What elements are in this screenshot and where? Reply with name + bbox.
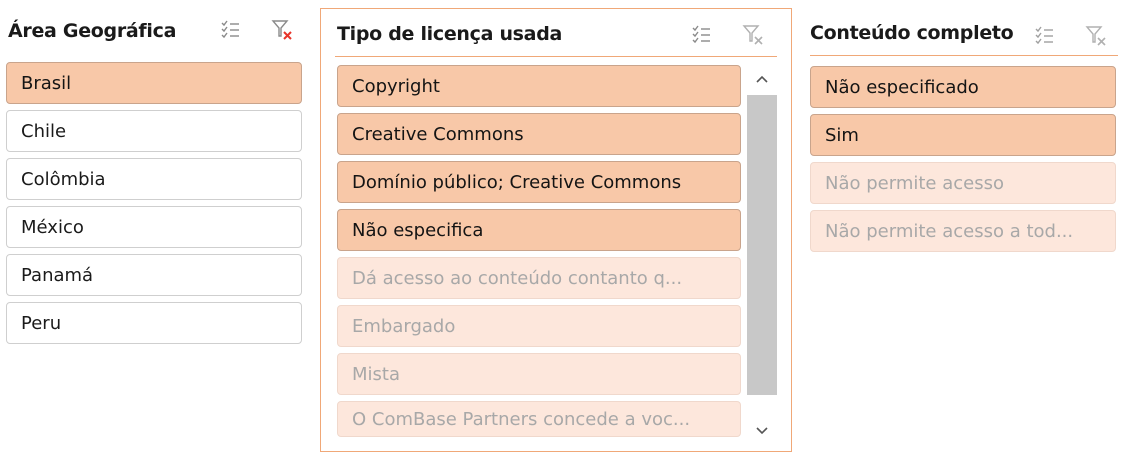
slicer-title: Área Geográfica (8, 20, 177, 42)
scroll-up-icon[interactable] (747, 65, 777, 93)
multi-select-icon[interactable] (1032, 24, 1056, 48)
clear-filter-icon[interactable] (1084, 24, 1108, 48)
clear-filter-icon[interactable] (741, 23, 765, 47)
slicer-item-nao-especificado[interactable]: Não especificado (810, 66, 1116, 108)
slicer-area-geografica: Área Geográfica Brasil Chile Colômbia Mé… (0, 0, 310, 452)
slicer-item-da-acesso[interactable]: Dá acesso ao conteúdo contanto q... (337, 257, 741, 299)
slicer-item-peru[interactable]: Peru (6, 302, 302, 344)
slicer-item-sim[interactable]: Sim (810, 114, 1116, 156)
multi-select-icon[interactable] (218, 18, 242, 42)
slicer-header: Área Geográfica (0, 14, 310, 48)
slicer-item-embargado[interactable]: Embargado (337, 305, 741, 347)
slicer-item-mista[interactable]: Mista (337, 353, 741, 395)
scrollbar[interactable] (747, 65, 777, 445)
slicer-item-brasil[interactable]: Brasil (6, 62, 302, 104)
slicer-item-chile[interactable]: Chile (6, 110, 302, 152)
multi-select-icon[interactable] (689, 23, 713, 47)
slicer-title: Tipo de licença usada (337, 23, 563, 45)
slicer-tipo-licenca: Tipo de licença usada Copyright Creative… (320, 8, 792, 452)
slicer-title: Conteúdo completo (810, 22, 1014, 44)
slicer-header: Tipo de licença usada (321, 17, 791, 51)
slicer-item-creative-commons[interactable]: Creative Commons (337, 113, 741, 155)
slicer-header: Conteúdo completo (800, 16, 1122, 50)
slicer-item-nao-permite-acesso-tod[interactable]: Não permite acesso a tod... (810, 210, 1116, 252)
slicer-conteudo-completo: Conteúdo completo Não especificado Sim N… (800, 8, 1122, 452)
slicer-item-combase[interactable]: O ComBase Partners concede a voc... (337, 401, 741, 437)
clear-filter-icon[interactable] (270, 18, 294, 42)
slicer-item-panama[interactable]: Panamá (6, 254, 302, 296)
header-divider (810, 55, 1118, 56)
header-divider (335, 56, 777, 57)
slicer-item-colombia[interactable]: Colômbia (6, 158, 302, 200)
scroll-down-icon[interactable] (747, 417, 777, 445)
slicer-item-dominio-publico[interactable]: Domínio público; Creative Commons (337, 161, 741, 203)
slicer-item-mexico[interactable]: México (6, 206, 302, 248)
slicer-item-copyright[interactable]: Copyright (337, 65, 741, 107)
scroll-thumb[interactable] (747, 95, 777, 395)
slicer-item-nao-permite-acesso[interactable]: Não permite acesso (810, 162, 1116, 204)
slicer-item-nao-especifica[interactable]: Não especifica (337, 209, 741, 251)
